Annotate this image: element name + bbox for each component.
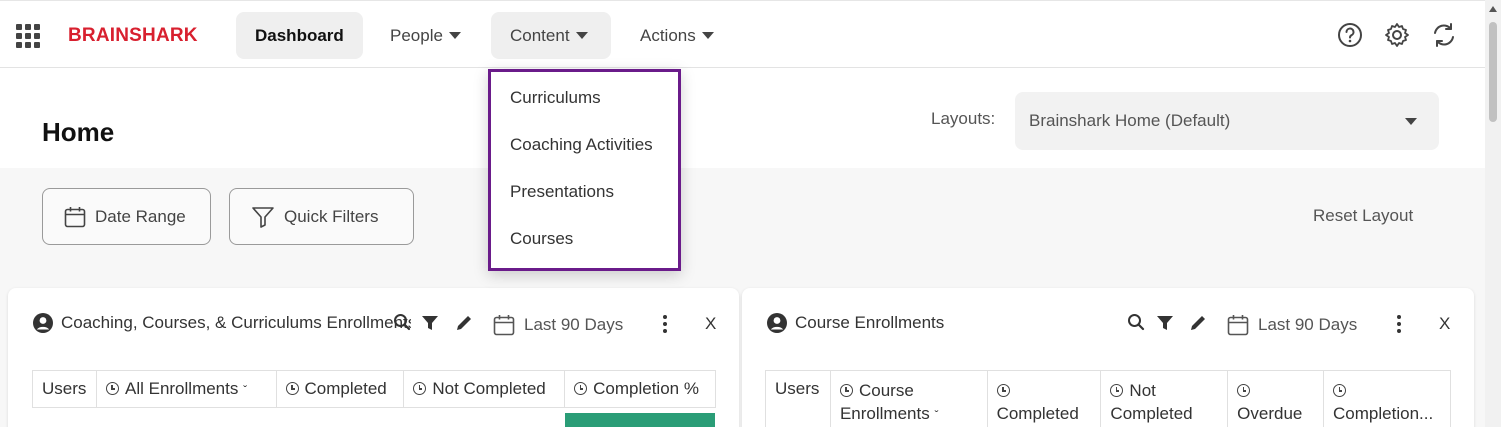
clock-icon — [105, 382, 119, 395]
column-header-course-enrollments[interactable]: Course Enrollments ˇ — [829, 370, 988, 427]
filter-icon[interactable] — [1156, 314, 1174, 332]
column-header-completed[interactable]: Completed — [986, 370, 1102, 427]
chevron-down-icon: ˇ — [243, 383, 248, 397]
calendar-icon — [1227, 315, 1249, 336]
menu-item-coaching-activities[interactable]: Coaching Activities — [510, 135, 653, 155]
user-circle-icon — [767, 313, 787, 333]
page-scrollbar[interactable] — [1485, 0, 1501, 427]
nav-actions-label: Actions — [640, 25, 696, 45]
date-filter-label: Last 90 Days — [1258, 315, 1358, 334]
nav-people-label: People — [390, 25, 443, 45]
caret-down-icon — [1405, 118, 1417, 125]
close-card-button[interactable]: X — [1439, 314, 1450, 334]
caret-down-icon — [448, 32, 461, 39]
column-header-completed[interactable]: Completed — [275, 370, 405, 408]
layout-select-value: Brainshark Home (Default) — [1029, 111, 1231, 130]
edit-pencil-icon[interactable] — [1189, 313, 1208, 332]
close-card-button[interactable]: X — [705, 314, 716, 334]
nav-content[interactable]: Content — [491, 12, 611, 59]
settings-gear-icon[interactable] — [1383, 21, 1411, 49]
column-header-not-completed[interactable]: Not Completed — [1100, 370, 1229, 427]
search-icon[interactable] — [1127, 313, 1145, 331]
clock-icon — [1110, 384, 1124, 397]
nav-people[interactable]: People — [371, 12, 480, 59]
enrollments-table: Users All Enrollments ˇ Completed Not Co… — [32, 370, 716, 408]
menu-item-courses[interactable]: Courses — [510, 229, 573, 249]
nav-dashboard[interactable]: Dashboard — [236, 12, 363, 59]
help-icon[interactable] — [1336, 21, 1364, 49]
clock-icon — [413, 382, 427, 395]
card-title: Course Enrollments — [795, 313, 945, 332]
caret-down-icon — [701, 32, 714, 39]
clock-icon — [1333, 384, 1347, 397]
clock-icon — [839, 384, 853, 397]
search-icon[interactable] — [393, 313, 411, 331]
app-grid-icon[interactable] — [16, 24, 40, 48]
filter-icon[interactable] — [421, 314, 439, 332]
scrollbar-thumb[interactable] — [1489, 22, 1497, 122]
edit-pencil-icon[interactable] — [455, 313, 474, 332]
table-header-row: Users All Enrollments ˇ Completed Not Co… — [32, 370, 716, 408]
clock-icon — [285, 382, 299, 395]
menu-item-curriculums[interactable]: Curriculums — [510, 88, 601, 108]
column-header-all-enrollments[interactable]: All Enrollments ˇ — [95, 370, 277, 408]
date-filter-display[interactable]: Last 90 Days — [1226, 313, 1357, 337]
date-filter-label: Last 90 Days — [524, 315, 624, 334]
clock-icon — [574, 382, 588, 395]
table-header-row: Users Course Enrollments ˇ Completed Not C… — [765, 370, 1451, 427]
reset-layout-link[interactable]: Reset Layout — [1313, 206, 1413, 226]
menu-item-presentations[interactable]: Presentations — [510, 182, 614, 202]
date-range-button[interactable]: Date Range — [42, 188, 211, 245]
top-nav-bar: BRAINSHARK Dashboard People Content Acti… — [0, 0, 1485, 68]
funnel-icon — [252, 206, 274, 228]
card-title: Coaching, Courses, & Curriculums Enrollm… — [61, 313, 411, 332]
content-dropdown-menu: Curriculums Coaching Activities Presenta… — [488, 69, 681, 271]
clock-icon — [1237, 384, 1251, 397]
column-header-not-completed[interactable]: Not Completed — [403, 370, 566, 408]
calendar-icon — [493, 315, 515, 336]
column-header-users[interactable]: Users — [765, 370, 831, 427]
date-filter-display[interactable]: Last 90 Days — [492, 313, 623, 337]
date-range-label: Date Range — [95, 206, 186, 226]
refresh-icon[interactable] — [1430, 21, 1458, 49]
layout-select[interactable]: Brainshark Home (Default) — [1015, 92, 1439, 150]
user-circle-icon — [33, 313, 53, 333]
nav-dashboard-label: Dashboard — [255, 25, 344, 45]
caret-down-icon — [575, 32, 588, 39]
chevron-down-icon: ˇ — [934, 408, 939, 422]
column-header-completion-pct[interactable]: Completion % — [564, 370, 716, 408]
column-header-users[interactable]: Users — [32, 370, 97, 408]
column-header-overdue[interactable]: Overdue — [1227, 370, 1325, 427]
page-title: Home — [42, 117, 115, 147]
brand-logo[interactable]: BRAINSHARK — [68, 25, 198, 47]
quick-filters-button[interactable]: Quick Filters — [229, 188, 414, 245]
nav-content-label: Content — [510, 25, 570, 45]
clock-icon — [996, 384, 1010, 397]
column-header-completion[interactable]: Completion... — [1323, 370, 1451, 427]
more-options-icon[interactable] — [1397, 315, 1401, 333]
completion-percent-bar — [565, 413, 715, 427]
quick-filters-label: Quick Filters — [284, 206, 379, 226]
layouts-label: Layouts: — [931, 109, 996, 128]
course-enrollments-table: Users Course Enrollments ˇ Completed Not C… — [765, 370, 1451, 427]
more-options-icon[interactable] — [663, 315, 667, 333]
scroll-up-arrow-icon[interactable] — [1489, 6, 1497, 12]
nav-actions[interactable]: Actions — [621, 12, 733, 59]
calendar-icon — [64, 206, 86, 227]
